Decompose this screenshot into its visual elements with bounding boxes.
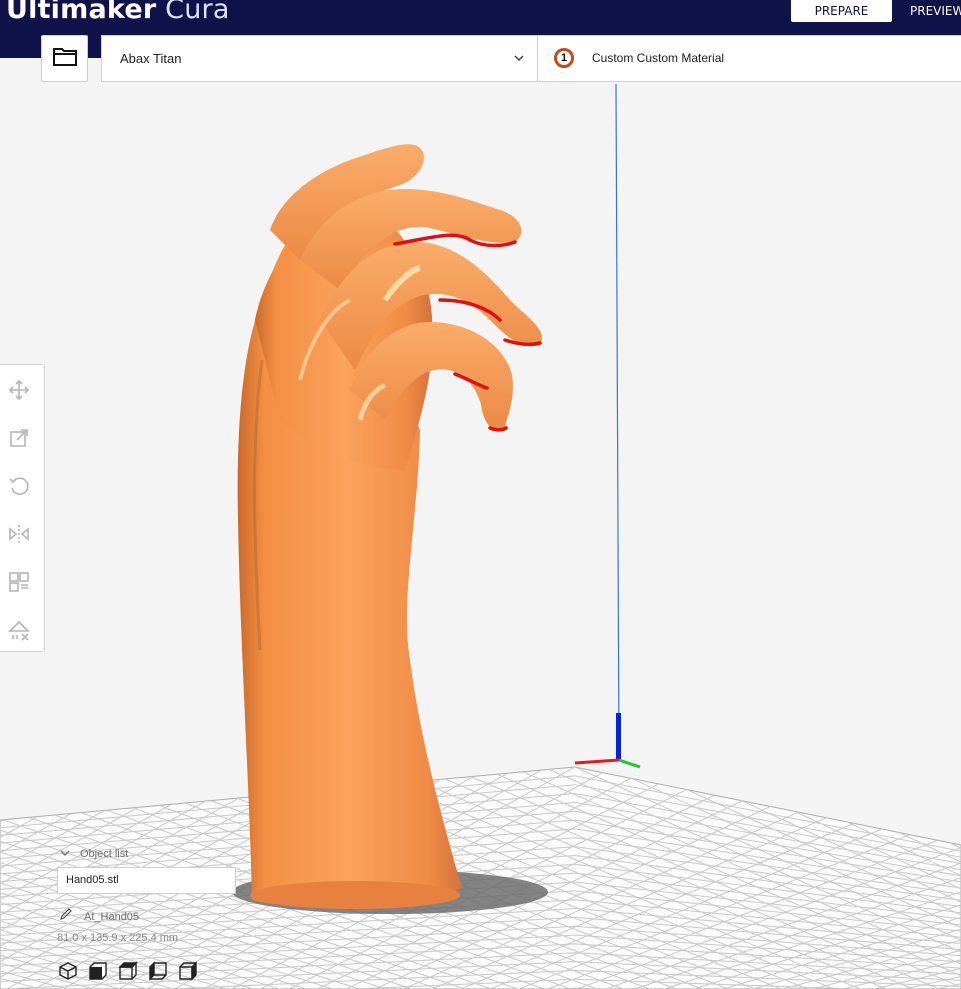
- object-name: At_Hand05: [84, 911, 140, 923]
- stage-prepare-button[interactable]: PREPARE: [791, 0, 892, 22]
- open-file-button[interactable]: [41, 35, 88, 82]
- x-axis-marker: [574, 758, 620, 765]
- rotate-icon[interactable]: [8, 475, 30, 497]
- z-axis-line: [615, 83, 620, 761]
- support-blocker-icon[interactable]: [8, 619, 30, 641]
- stage-preview-button[interactable]: PREVIEW: [910, 0, 961, 22]
- material-name: Custom Custom Material: [592, 51, 725, 65]
- printer-name: Abax Titan: [120, 51, 182, 66]
- scale-icon[interactable]: [8, 427, 30, 449]
- 3d-view-icon[interactable]: [58, 961, 78, 981]
- y-axis-marker: [618, 758, 641, 769]
- top-view-icon[interactable]: [118, 961, 138, 981]
- move-icon[interactable]: [8, 379, 30, 401]
- object-list-label: Object list: [80, 848, 129, 860]
- right-view-icon[interactable]: [178, 961, 198, 981]
- extruder-badge: 1: [554, 48, 574, 68]
- front-view-icon[interactable]: [88, 961, 108, 981]
- tool-panel: [0, 364, 45, 652]
- left-view-icon[interactable]: [148, 961, 168, 981]
- per-model-settings-icon[interactable]: [8, 571, 30, 593]
- 3d-viewport[interactable]: [0, 82, 961, 989]
- folder-icon: [52, 46, 77, 71]
- object-list-toggle[interactable]: Object list: [60, 848, 128, 860]
- chevron-down-icon: [60, 848, 70, 860]
- pencil-icon: [60, 908, 72, 923]
- object-list-item[interactable]: Hand05.stl: [57, 867, 236, 894]
- object-name-row[interactable]: At_Hand05: [60, 908, 139, 923]
- build-plate-scene: [0, 83, 961, 989]
- object-dimensions: 81.0 x 135.9 x 225.4 mm: [57, 932, 179, 944]
- material-selector[interactable]: 1 Custom Custom Material: [537, 35, 961, 82]
- printer-selector[interactable]: Abax Titan: [101, 35, 538, 82]
- z-axis-marker: [616, 713, 621, 761]
- app-logo: Ultimaker Cura: [6, 0, 230, 25]
- mirror-icon[interactable]: [8, 523, 30, 545]
- chevron-down-icon: [513, 51, 525, 69]
